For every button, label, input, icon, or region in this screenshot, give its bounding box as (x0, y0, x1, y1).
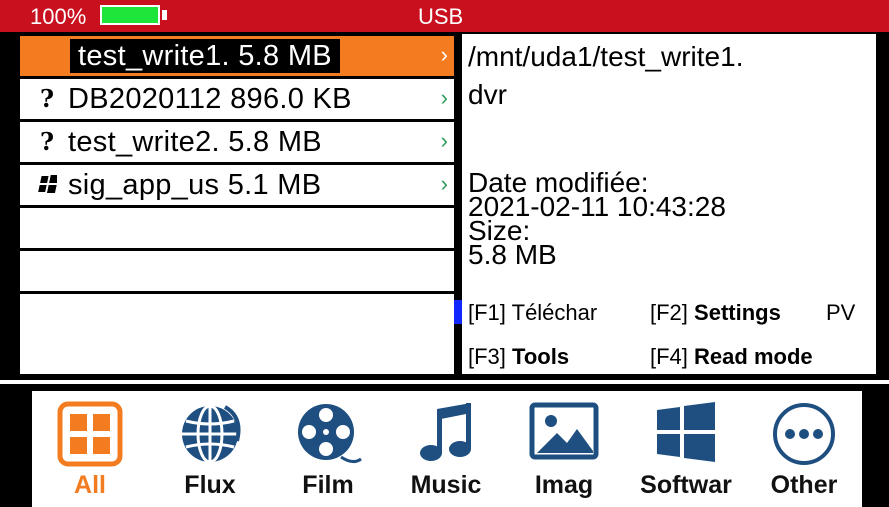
file-row-2[interactable]: ? DB2020112 896.0 KB › (20, 79, 454, 119)
file-path-line-2: dvr (468, 79, 507, 110)
category-music[interactable]: Music (396, 391, 496, 507)
file-name: sig_app_us 5.1 MB (68, 169, 322, 201)
scroll-indicator (454, 300, 462, 324)
size-value: 5.8 MB (468, 239, 557, 270)
hint-f4-key: [F4] (650, 344, 688, 369)
hint-f1-label: Téléchar (511, 300, 598, 325)
hint-f2-label: Settings (694, 300, 781, 325)
empty-row (20, 334, 454, 374)
file-info-panel: /mnt/uda1/test_write1. dvr Date modifiée… (462, 34, 876, 374)
hint-f3-label: Tools (512, 344, 570, 369)
windows-icon (657, 402, 715, 462)
file-name: test_write2. 5.8 MB (68, 126, 322, 158)
category-flux[interactable]: Flux (160, 391, 260, 507)
file-list: test_write1. 5.8 MB › ? DB2020112 896.0 … (20, 34, 454, 374)
empty-row (20, 251, 454, 291)
page-title: USB (418, 4, 464, 29)
chevron-right-icon: › (440, 128, 448, 153)
hint-f4-label: Read mode (694, 344, 813, 369)
battery-icon (100, 5, 160, 25)
hint-pv: PV (826, 300, 856, 325)
file-row-1[interactable]: test_write1. 5.8 MB › (20, 36, 454, 76)
chevron-right-icon: › (440, 42, 448, 67)
unknown-file-icon: ? (39, 127, 55, 156)
category-label: Imag (534, 471, 594, 499)
globe-icon (182, 404, 241, 464)
empty-row (20, 208, 454, 248)
divider (0, 380, 889, 384)
file-path-line-1: /mnt/uda1/test_write1. (468, 41, 744, 72)
battery-percentage: 100% (30, 4, 87, 29)
file-name: DB2020112 896.0 KB (68, 83, 352, 115)
category-other[interactable]: Other (754, 391, 854, 507)
category-bar: All Flux Film Music Imag Softwar Other (32, 391, 862, 507)
windows-file-icon (36, 174, 59, 196)
hint-f1[interactable]: [F1] Téléchar (468, 300, 597, 326)
hint-f3-key: [F3] (468, 344, 506, 369)
film-reel-icon (298, 404, 362, 464)
hint-f1-key: [F1] (468, 300, 506, 325)
empty-row (20, 294, 454, 334)
category-label: Other (770, 471, 838, 499)
hint-f2-key: [F2] (650, 300, 688, 325)
category-software[interactable]: Softwar (636, 391, 736, 507)
hint-f3[interactable]: [F3] Tools (468, 344, 569, 370)
chevron-right-icon: › (440, 85, 448, 110)
hint-f2[interactable]: [F2] Settings (650, 300, 781, 326)
category-film[interactable]: Film (278, 391, 378, 507)
category-image[interactable]: Imag (514, 391, 614, 507)
file-row-3[interactable]: ? test_write2. 5.8 MB › (20, 122, 454, 162)
category-label: All (74, 471, 106, 499)
music-note-icon (420, 403, 471, 461)
battery-tip (162, 10, 167, 20)
image-icon (529, 402, 599, 460)
category-all[interactable]: All (40, 391, 140, 507)
chevron-right-icon: › (440, 171, 448, 196)
file-row-4[interactable]: sig_app_us 5.1 MB › (20, 165, 454, 205)
grid-icon (57, 401, 123, 467)
file-name: test_write1. 5.8 MB (70, 39, 340, 73)
status-bar: 100% USB (0, 0, 889, 32)
more-icon (773, 403, 835, 465)
unknown-file-icon: ? (39, 84, 55, 113)
file-path: /mnt/uda1/test_write1. dvr (468, 38, 868, 114)
hint-f4[interactable]: [F4] Read mode (650, 344, 813, 370)
